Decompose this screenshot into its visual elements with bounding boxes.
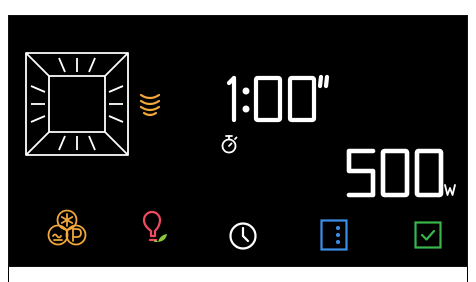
power-level-display: 500 w xyxy=(345,147,457,203)
stopwatch-icon xyxy=(220,134,238,154)
microwave-program-icon[interactable] xyxy=(25,52,129,156)
microwave-waves-icon xyxy=(139,92,161,118)
menu-icon[interactable] xyxy=(320,219,348,251)
defrost-program-icon[interactable] xyxy=(47,208,87,248)
cook-time-display: 1 00 xyxy=(224,74,336,126)
confirm-icon[interactable] xyxy=(414,221,442,249)
eco-light-icon[interactable] xyxy=(133,208,173,248)
panel-edge-guides xyxy=(8,267,468,282)
clock-icon[interactable] xyxy=(228,221,258,251)
appliance-display-panel: 1 00 xyxy=(8,15,468,267)
